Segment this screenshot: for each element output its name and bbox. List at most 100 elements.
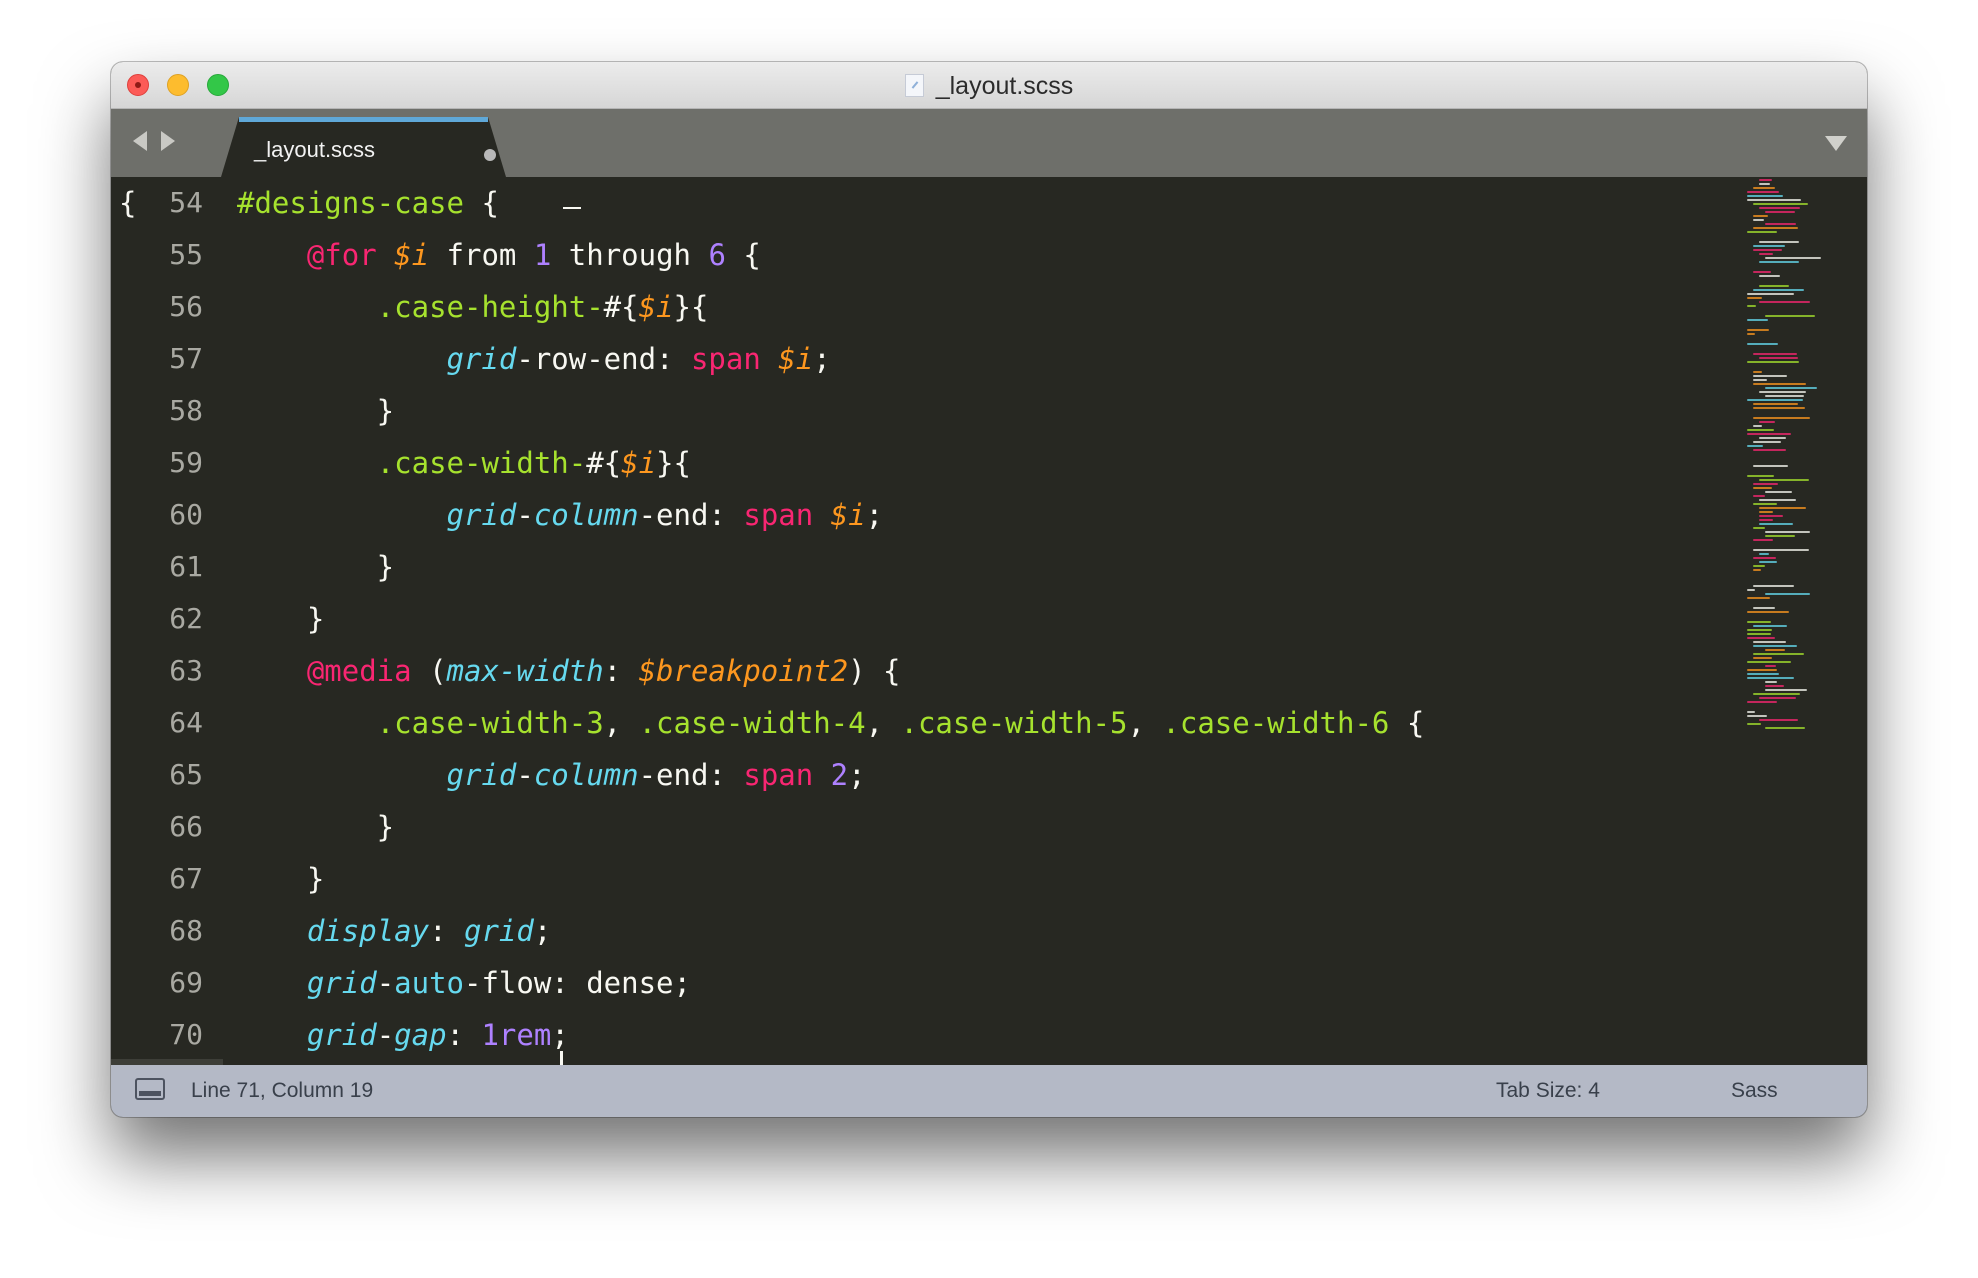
minimap-line [1753, 407, 1805, 409]
code-token: } [237, 810, 395, 844]
minimap-line [1765, 681, 1777, 683]
panel-toggle-icon[interactable] [135, 1078, 165, 1100]
line-number: 58 [169, 394, 203, 427]
minimap-line [1759, 561, 1777, 563]
line-number: 63 [169, 654, 203, 687]
minimap-line [1753, 565, 1765, 567]
code-text: } [237, 801, 394, 853]
code-token: #{ [603, 290, 639, 324]
code-token: { [725, 238, 761, 272]
code-token: span [743, 498, 814, 532]
minimap-line [1759, 697, 1796, 699]
code-token: - [516, 758, 534, 792]
cursor-position[interactable]: Line 71, Column 19 [191, 1079, 373, 1103]
code-token: @media [306, 654, 412, 688]
minimap-line [1765, 211, 1795, 213]
code-token: -end: [638, 498, 744, 532]
minimap-line [1753, 487, 1772, 489]
minimap-line [1759, 357, 1798, 359]
minimap-line [1747, 293, 1794, 295]
minimap-line [1747, 429, 1774, 431]
chevron-right-icon[interactable] [161, 131, 175, 151]
code-token: } [237, 862, 325, 896]
minimap-line [1747, 637, 1775, 639]
code-token: $i [638, 290, 674, 324]
line-number: 64 [169, 706, 203, 739]
editor-window: _layout.scss _layout.scss { 54 #designs-c… [111, 62, 1867, 1117]
minimap-line [1765, 665, 1776, 667]
code-token: { [463, 186, 499, 220]
code-text: } [237, 541, 394, 593]
code-text: grid-column-end: span 2; [237, 749, 866, 801]
code-token: -flow: dense; [464, 966, 691, 1000]
code-token: 6 [708, 238, 726, 272]
minimap[interactable] [1747, 179, 1847, 739]
chevron-left-icon[interactable] [133, 131, 147, 151]
minimap-line [1753, 219, 1764, 221]
code-token: ( [411, 654, 447, 688]
tab-dropdown-icon[interactable] [1825, 136, 1847, 151]
minimap-line [1759, 421, 1775, 423]
unsaved-dot-icon[interactable] [484, 149, 496, 161]
code-token: $i [394, 238, 430, 272]
minimap-line [1753, 539, 1773, 541]
code-token: { [1389, 706, 1425, 740]
line-number: 62 [169, 602, 203, 635]
minimap-line [1753, 353, 1797, 355]
minimap-line [1747, 673, 1779, 675]
minimap-line [1765, 315, 1815, 317]
minimap-line [1753, 417, 1810, 419]
code-token: .case-width-3 [376, 706, 604, 740]
minimap-line [1753, 483, 1778, 485]
code-token: .case-width-4 [638, 706, 866, 740]
code-editor[interactable]: { 54 #designs-case {55 @for $i from 1 thr… [111, 177, 1867, 1065]
minimap-line [1759, 261, 1799, 263]
minimap-line [1747, 199, 1801, 201]
minimap-line [1759, 179, 1772, 181]
window-title-text: _layout.scss [935, 72, 1074, 100]
minimap-line [1753, 289, 1804, 291]
fold-marker[interactable]: { [119, 177, 136, 229]
minimap-line [1765, 685, 1784, 687]
code-token: - [376, 966, 395, 1000]
tab-layout-scss[interactable]: _layout.scss [221, 117, 506, 177]
code-text: @media (max-width: $breakpoint2) { [237, 645, 901, 697]
minimap-line [1753, 503, 1777, 505]
line-number: 70 [169, 1018, 203, 1051]
minimap-line [1765, 257, 1821, 259]
minimap-line [1747, 333, 1755, 335]
code-token: : [446, 1018, 482, 1052]
minimap-line [1747, 191, 1779, 193]
tab-size[interactable]: Tab Size: 4 [1496, 1079, 1600, 1103]
line-number: 67 [169, 862, 203, 895]
minimap-line [1753, 465, 1788, 467]
code-text: } [237, 853, 324, 905]
code-text: display: grid; [237, 905, 551, 957]
minimap-line [1759, 285, 1789, 287]
minimap-line [1747, 715, 1767, 717]
code-token: span [690, 342, 761, 376]
minimap-line [1759, 207, 1800, 209]
active-tab-indicator [239, 117, 488, 122]
minimap-line [1753, 495, 1765, 497]
code-token: $i [830, 498, 866, 532]
code-token: - [376, 1018, 395, 1052]
line-number: 68 [169, 914, 203, 947]
minimap-line [1747, 305, 1756, 307]
minimap-line [1753, 549, 1809, 551]
minimap-line [1759, 515, 1783, 517]
syntax-mode[interactable]: Sass [1731, 1079, 1778, 1103]
line-number: 59 [169, 446, 203, 479]
code-token: display [306, 914, 430, 948]
line-number: 69 [169, 966, 203, 999]
minimap-line [1747, 195, 1783, 197]
minimap-line [1747, 661, 1791, 663]
minimap-line [1753, 383, 1806, 385]
minimap-line [1765, 535, 1795, 537]
minimap-line [1753, 653, 1804, 655]
minimap-line [1747, 621, 1771, 623]
line-number: 60 [169, 498, 203, 531]
minimap-line [1753, 403, 1798, 405]
